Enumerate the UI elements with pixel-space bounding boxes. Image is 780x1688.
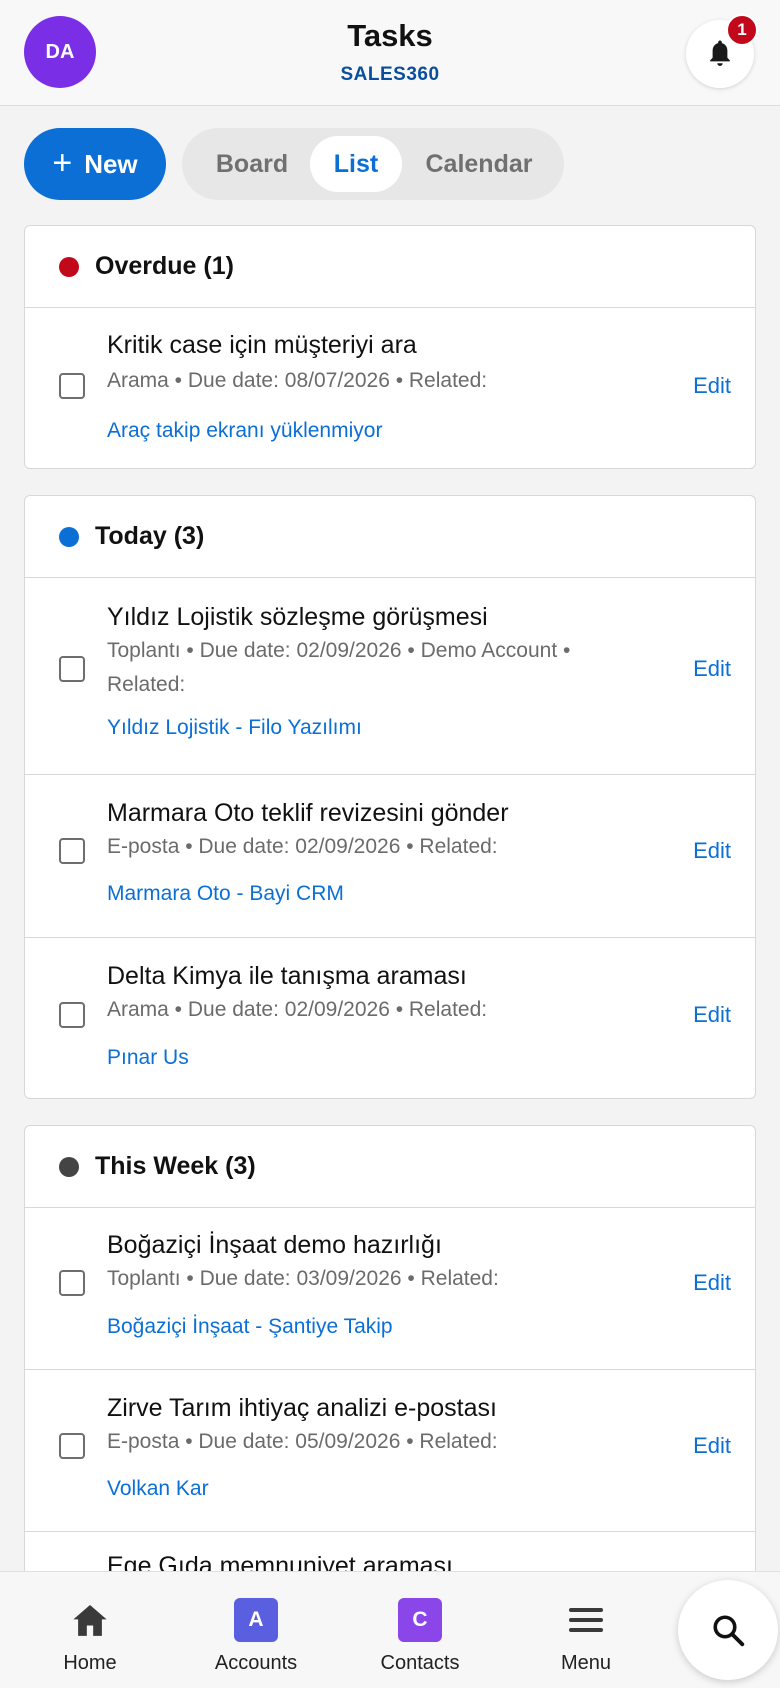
nav-accounts[interactable]: A Accounts (196, 1572, 316, 1688)
task-checkbox[interactable] (59, 1002, 85, 1028)
new-button-label: New (84, 148, 138, 179)
edit-link[interactable]: Edit (693, 1002, 731, 1028)
task-title: Kritik case için müşteriyi ara (107, 331, 417, 359)
group-header[interactable]: Today (3) (25, 496, 755, 578)
group-header[interactable]: This Week (3) (25, 1126, 755, 1208)
tab-calendar[interactable]: Calendar (404, 136, 554, 192)
nav-label: Contacts (380, 1652, 460, 1674)
notification-count-badge: 1 (726, 14, 758, 46)
task-checkbox[interactable] (59, 656, 85, 682)
group-this-week: This Week (3) Boğaziçi İnşaat demo hazır… (24, 1125, 756, 1595)
page-title: Tasks (347, 18, 433, 53)
group-title: Overdue (1) (95, 252, 234, 280)
nav-menu[interactable]: Menu (526, 1572, 646, 1688)
contacts-tile-icon: C (398, 1598, 442, 1642)
group-title: Today (3) (95, 522, 205, 550)
group-today: Today (3) Yıldız Lojistik sözleşme görüş… (24, 495, 756, 1099)
task-related-link[interactable]: Yıldız Lojistik - Filo Yazılımı (107, 716, 362, 740)
hamburger-icon (564, 1598, 608, 1642)
home-icon (68, 1598, 112, 1642)
task-related-link[interactable]: Boğaziçi İnşaat - Şantiye Takip (107, 1315, 393, 1339)
task-title: Delta Kimya ile tanışma araması (107, 962, 467, 990)
app-header: DA Tasks SALES360 1 (0, 0, 780, 106)
group-overdue: Overdue (1) Kritik case için müşteriyi a… (24, 225, 756, 469)
task-checkbox[interactable] (59, 373, 85, 399)
accounts-tile-icon: A (234, 1598, 278, 1642)
task-related-link[interactable]: Marmara Oto - Bayi CRM (107, 882, 344, 906)
task-title: Marmara Oto teklif revizesini gönder (107, 799, 509, 827)
task-related-link[interactable]: Araç takip ekranı yüklenmiyor (107, 419, 382, 443)
status-dot (59, 1157, 79, 1177)
task-related-link[interactable]: Pınar Us (107, 1046, 189, 1070)
task-title: Yıldız Lojistik sözleşme görüşmesi (107, 603, 488, 631)
task-row[interactable]: Kritik case için müşteriyi ara Arama • D… (25, 309, 755, 468)
tasks-screen: DA Tasks SALES360 1 + New Board List Cal… (0, 0, 780, 1688)
status-dot (59, 527, 79, 547)
nav-label: Home (63, 1652, 117, 1674)
task-meta: Toplantı • Due date: 03/09/2026 • Relate… (107, 1267, 499, 1290)
edit-link[interactable]: Edit (693, 373, 731, 399)
tab-board[interactable]: Board (192, 136, 312, 192)
task-row[interactable]: Boğaziçi İnşaat demo hazırlığı Toplantı … (25, 1207, 755, 1370)
accounts-tile: A (234, 1598, 278, 1642)
tab-list[interactable]: List (310, 136, 402, 192)
edit-link[interactable]: Edit (693, 838, 731, 864)
task-row[interactable]: Delta Kimya ile tanışma araması Arama • … (25, 938, 755, 1098)
status-dot (59, 257, 79, 277)
bottom-nav: Home A Accounts C Contacts Menu (0, 1571, 780, 1688)
task-title: Zirve Tarım ihtiyaç analizi e-postası (107, 1394, 497, 1422)
edit-link[interactable]: Edit (693, 1270, 731, 1296)
search-icon (713, 1615, 745, 1647)
task-related-link[interactable]: Volkan Kar (107, 1477, 209, 1501)
nav-contacts[interactable]: C Contacts (360, 1572, 480, 1688)
task-title: Boğaziçi İnşaat demo hazırlığı (107, 1231, 442, 1259)
nav-label: Menu (560, 1652, 612, 1674)
nav-home[interactable]: Home (30, 1572, 150, 1688)
task-row[interactable]: Zirve Tarım ihtiyaç analizi e-postası E-… (25, 1370, 755, 1532)
view-switcher: Board List Calendar (182, 128, 564, 200)
task-meta: Arama • Due date: 02/09/2026 • Related: (107, 998, 488, 1021)
task-meta: Arama • Due date: 08/07/2026 • Related: (107, 369, 488, 392)
group-title: This Week (3) (95, 1152, 256, 1180)
new-task-button[interactable]: + New (24, 128, 166, 200)
edit-link[interactable]: Edit (693, 1433, 731, 1459)
search-button[interactable] (678, 1580, 778, 1680)
task-checkbox[interactable] (59, 1433, 85, 1459)
plus-icon: + (52, 143, 73, 182)
task-meta: Toplantı • Due date: 02/09/2026 • Demo A… (107, 639, 571, 696)
contacts-tile: C (398, 1598, 442, 1642)
task-meta: E-posta • Due date: 02/09/2026 • Related… (107, 835, 498, 858)
nav-label: Accounts (214, 1652, 298, 1674)
task-row[interactable]: Marmara Oto teklif revizesini gönder E-p… (25, 775, 755, 938)
task-row[interactable]: Yıldız Lojistik sözleşme görüşmesi Topla… (25, 579, 755, 775)
group-header[interactable]: Overdue (1) (25, 226, 755, 308)
task-meta: E-posta • Due date: 05/09/2026 • Related… (107, 1430, 498, 1453)
task-checkbox[interactable] (59, 838, 85, 864)
task-checkbox[interactable] (59, 1270, 85, 1296)
app-subtitle: SALES360 (340, 64, 440, 85)
bell-icon (710, 40, 730, 66)
edit-link[interactable]: Edit (693, 656, 731, 682)
